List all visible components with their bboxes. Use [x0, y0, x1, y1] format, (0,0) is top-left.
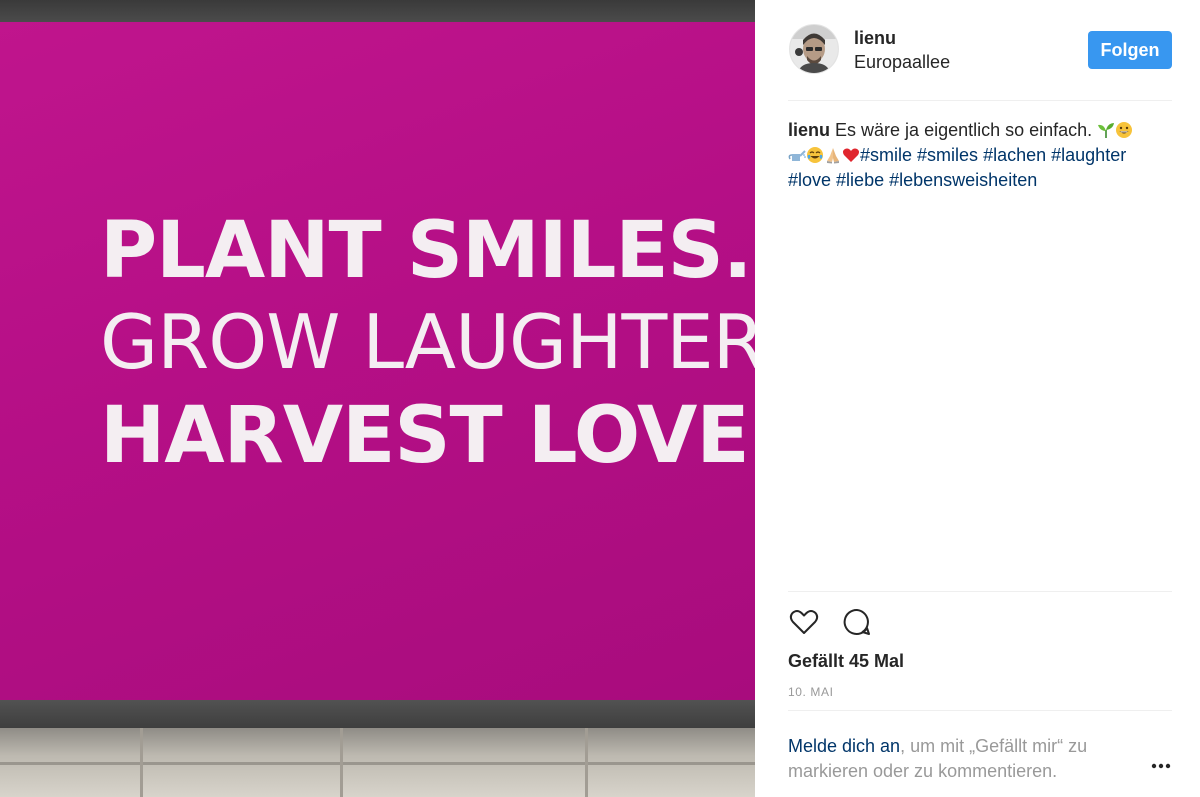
hashtag-link[interactable]: #smile	[860, 145, 912, 165]
like-count[interactable]: Gefällt 45 Mal	[788, 651, 904, 672]
slogan-line-3: HARVEST LOVE.	[100, 391, 755, 481]
caption-username[interactable]: lienu	[788, 120, 830, 140]
follow-button[interactable]: Folgen	[1088, 31, 1172, 69]
location-link[interactable]: Europaallee	[854, 52, 950, 73]
caption-text: Es wäre ja eigentlich so einfach.	[835, 120, 1093, 140]
post-sidebar: lienu Europaallee Folgen lienu Es wäre j…	[755, 0, 1200, 797]
comment-button[interactable]	[841, 606, 873, 638]
comment-bubble-icon	[843, 608, 870, 635]
more-options-button[interactable]	[1149, 756, 1173, 776]
wall-joint	[140, 728, 143, 797]
billboard-frame-bottom	[0, 700, 755, 728]
folded-hands-emoji-icon	[827, 148, 839, 164]
post-caption: lienu Es wäre ja eigentlich so einfach.	[788, 118, 1178, 193]
seedling-emoji-icon	[1098, 123, 1115, 138]
wall-joint	[340, 728, 343, 797]
wall-joint	[585, 728, 588, 797]
hashtag-link[interactable]: #lachen	[983, 145, 1046, 165]
hashtag-link[interactable]: #love	[788, 170, 831, 190]
login-prompt: Melde dich an, um mit „Gefällt mir“ zu m…	[788, 734, 1143, 784]
heart-outline-icon	[789, 610, 819, 634]
slogan-line-2: GROW LAUGHTER.	[100, 298, 755, 386]
hashtag-link[interactable]: #smiles	[917, 145, 978, 165]
divider	[788, 100, 1172, 101]
like-button[interactable]	[788, 606, 820, 638]
username-link[interactable]: lienu	[854, 28, 896, 49]
watering-can-emoji-icon	[788, 150, 806, 161]
ellipsis-icon	[1151, 763, 1171, 769]
post-date[interactable]: 10. MAI	[788, 685, 834, 699]
wall-seam	[0, 762, 755, 765]
post-photo[interactable]: PLANT SMILES. GROW LAUGHTER. HARVEST LOV…	[0, 0, 755, 797]
avatar-photo	[790, 25, 838, 73]
divider	[788, 710, 1172, 711]
tears-of-joy-emoji-icon	[807, 147, 823, 163]
billboard-frame-top	[0, 0, 755, 22]
slogan-line-1: PLANT SMILES.	[100, 206, 752, 296]
hashtag-link[interactable]: #laughter	[1051, 145, 1126, 165]
divider	[788, 591, 1172, 592]
hashtag-link[interactable]: #liebe	[836, 170, 884, 190]
red-heart-emoji-icon	[842, 148, 860, 162]
avatar[interactable]	[789, 24, 839, 74]
hashtag-link[interactable]: #lebensweisheiten	[889, 170, 1037, 190]
login-link[interactable]: Melde dich an	[788, 736, 900, 756]
grinning-face-emoji-icon	[1116, 122, 1133, 138]
